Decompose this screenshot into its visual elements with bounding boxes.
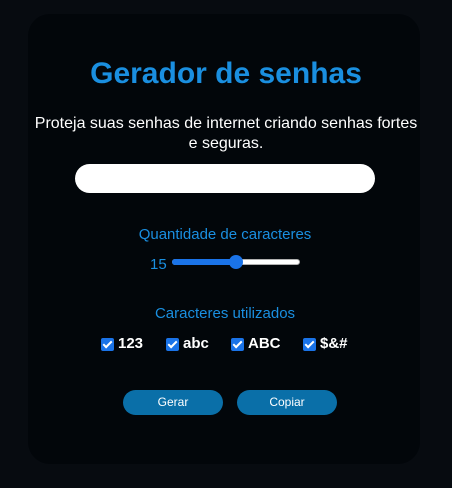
option-symbols[interactable]: $&# bbox=[303, 335, 348, 353]
password-output-field[interactable] bbox=[75, 164, 375, 193]
length-label: Quantidade de caracteres bbox=[138, 226, 312, 243]
uppercase-checkbox[interactable] bbox=[231, 337, 244, 351]
slider-fill bbox=[172, 259, 236, 265]
numbers-label: 123 bbox=[118, 335, 144, 352]
symbols-label: $&# bbox=[320, 335, 348, 352]
option-uppercase[interactable]: ABC bbox=[231, 335, 281, 353]
length-slider[interactable] bbox=[172, 253, 300, 271]
uppercase-label: ABC bbox=[248, 335, 281, 352]
length-value: 15 bbox=[150, 256, 167, 273]
page-subtitle: Proteja suas senhas de internet criando … bbox=[34, 115, 418, 152]
page-title: Gerador de senhas bbox=[90, 57, 362, 90]
symbols-checkbox[interactable] bbox=[303, 337, 316, 351]
slider-thumb[interactable] bbox=[229, 255, 243, 269]
option-numbers[interactable]: 123 bbox=[101, 335, 143, 353]
option-lowercase[interactable]: abc bbox=[166, 335, 209, 353]
characters-label: Caracteres utilizados bbox=[154, 305, 296, 322]
numbers-checkbox[interactable] bbox=[101, 337, 114, 351]
generate-button[interactable]: Gerar bbox=[123, 390, 223, 415]
copy-button[interactable]: Copiar bbox=[237, 390, 337, 415]
lowercase-checkbox[interactable] bbox=[166, 337, 179, 351]
lowercase-label: abc bbox=[183, 335, 209, 352]
